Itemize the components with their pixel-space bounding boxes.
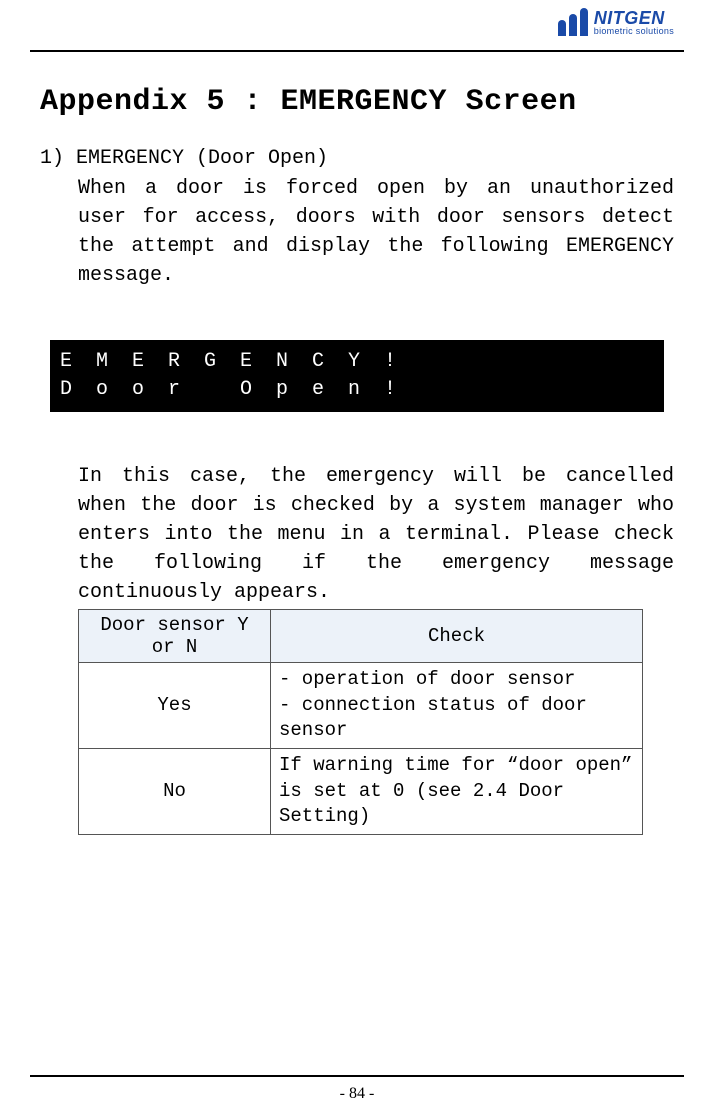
brand-text: NITGEN biometric solutions <box>594 9 674 36</box>
brand-bars-icon <box>558 8 588 36</box>
lcd-line-1: E M E R G E N C Y ! <box>60 348 654 376</box>
table-header-row: Door sensor Y or N Check <box>79 610 643 663</box>
top-divider <box>30 50 684 52</box>
main-content: Appendix 5 : EMERGENCY Screen 1) EMERGEN… <box>40 85 674 835</box>
bottom-divider <box>30 1075 684 1077</box>
table-row: Yes - operation of door sensor - connect… <box>79 663 643 749</box>
lcd-display-wrap: E M E R G E N C Y ! D o o r O p e n ! <box>50 340 664 412</box>
table-header-sensor: Door sensor Y or N <box>79 610 271 663</box>
brand-name: NITGEN <box>594 9 674 27</box>
cell-yn: Yes <box>79 663 271 749</box>
appendix-title: Appendix 5 : EMERGENCY Screen <box>40 85 674 119</box>
table-row: No If warning time for “door open” is se… <box>79 748 643 834</box>
cell-check: If warning time for “door open” is set a… <box>271 748 643 834</box>
table-header-check: Check <box>271 610 643 663</box>
page-number: - 84 - <box>0 1085 714 1103</box>
cell-check: - operation of door sensor - connection … <box>271 663 643 749</box>
document-page: NITGEN biometric solutions Appendix 5 : … <box>0 0 714 1113</box>
cell-yn: No <box>79 748 271 834</box>
lcd-line-2: D o o r O p e n ! <box>60 376 654 404</box>
brand-logo: NITGEN biometric solutions <box>558 8 674 36</box>
intro-paragraph: When a door is forced open by an unautho… <box>78 174 674 290</box>
followup-paragraph: In this case, the emergency will be canc… <box>78 462 674 607</box>
brand-subtitle: biometric solutions <box>594 27 674 36</box>
lcd-display: E M E R G E N C Y ! D o o r O p e n ! <box>50 340 664 412</box>
section-heading: 1) EMERGENCY (Door Open) <box>40 147 674 170</box>
check-table: Door sensor Y or N Check Yes - operation… <box>78 609 643 835</box>
